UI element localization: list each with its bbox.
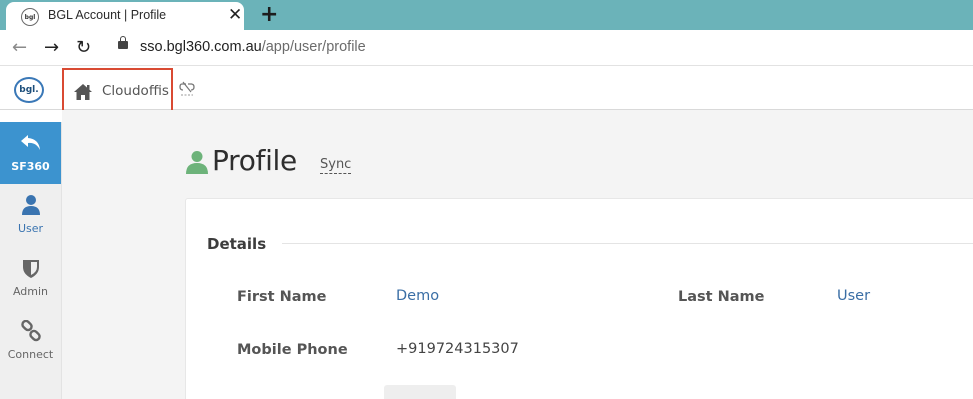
browser-tab-strip: bgl BGL Account | Profile ✕ + (0, 0, 973, 30)
back-arrow-icon (0, 132, 61, 154)
unlink-icon[interactable] (179, 80, 195, 98)
new-tab-button[interactable]: + (260, 2, 278, 27)
bgl-favicon-icon: bgl (21, 8, 39, 26)
sidebar-item-label: User (17, 222, 44, 235)
section-title: Details (207, 235, 267, 253)
page-title: Profile (212, 144, 297, 177)
bgl-logo[interactable]: bgl. (14, 77, 44, 103)
partial-field-box (384, 385, 456, 399)
tab-title: BGL Account | Profile (48, 8, 167, 22)
breadcrumb-label: Cloudoffis (102, 83, 169, 99)
url-path: /app/user/profile (261, 39, 366, 55)
sidebar-item-label: SF360 (11, 160, 50, 173)
back-arrow-icon[interactable]: ← (12, 37, 27, 58)
section-divider (282, 243, 973, 244)
sidebar-item-admin[interactable]: Admin (0, 247, 61, 309)
home-icon (74, 84, 92, 100)
shield-icon (0, 257, 61, 279)
left-sidebar: SF360 User Admin Connect (0, 122, 62, 399)
sidebar-item-connect[interactable]: Connect (0, 310, 61, 372)
sidebar-item-label: Connect (7, 348, 54, 361)
mobile-phone-value: +919724315307 (396, 341, 519, 357)
sidebar-item-user[interactable]: User (0, 184, 61, 246)
last-name-value[interactable]: User (837, 288, 870, 304)
first-name-value[interactable]: Demo (396, 288, 439, 304)
sidebar-item-label: Admin (12, 285, 49, 298)
last-name-label: Last Name (678, 289, 765, 305)
user-icon (186, 151, 208, 174)
reload-icon[interactable]: ↻ (76, 37, 91, 58)
sidebar-item-sf360[interactable]: SF360 (0, 122, 61, 184)
close-tab-icon[interactable]: ✕ (228, 5, 242, 25)
browser-toolbar: ← → ↻ sso.bgl360.com.au/app/user/profile (0, 30, 973, 66)
link-icon (0, 320, 61, 342)
user-icon (0, 194, 61, 216)
browser-tab[interactable]: bgl BGL Account | Profile ✕ (6, 2, 244, 30)
address-bar[interactable]: sso.bgl360.com.au/app/user/profile (140, 39, 366, 55)
mobile-phone-label: Mobile Phone (237, 342, 348, 358)
url-host: sso.bgl360.com.au (140, 39, 262, 55)
lock-icon[interactable] (118, 36, 128, 49)
sync-link[interactable]: Sync (320, 157, 352, 174)
forward-arrow-icon[interactable]: → (44, 37, 59, 58)
first-name-label: First Name (237, 289, 327, 305)
